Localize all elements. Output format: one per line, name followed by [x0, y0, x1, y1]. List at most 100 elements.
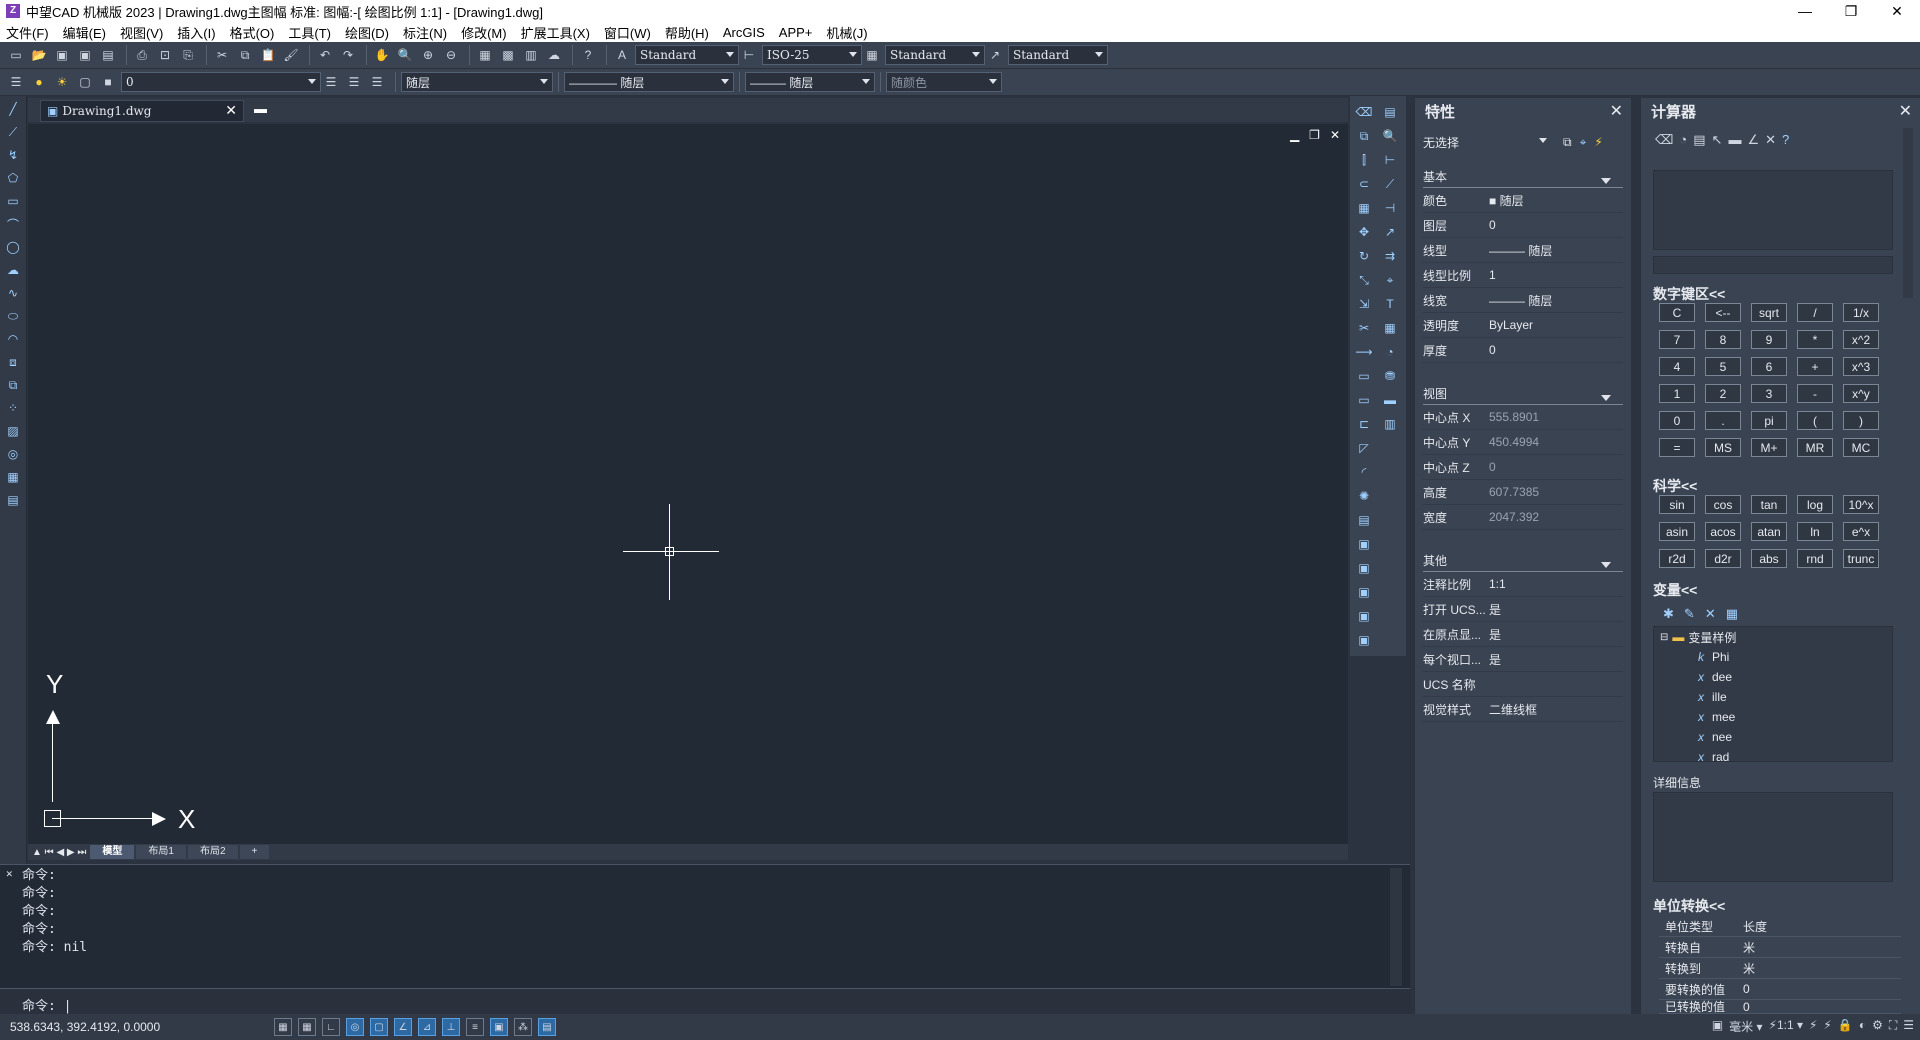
- key-m-plus[interactable]: M+: [1751, 438, 1787, 457]
- unit-row[interactable]: 转换自 米: [1659, 937, 1901, 958]
- viewport-close-icon[interactable]: ✕: [1330, 128, 1340, 142]
- key-1[interactable]: 1: [1659, 384, 1695, 403]
- copy-object-icon[interactable]: ⧉: [1354, 126, 1374, 146]
- key-3[interactable]: 3: [1751, 384, 1787, 403]
- property-row[interactable]: 线型比例 1: [1423, 263, 1623, 288]
- ortho-icon[interactable]: ∟: [322, 1018, 340, 1036]
- key-2[interactable]: 2: [1705, 384, 1741, 403]
- ellipse-icon[interactable]: ⬭: [3, 306, 23, 326]
- fillet-icon[interactable]: ◜: [1354, 462, 1374, 482]
- layer-color-icon[interactable]: ■: [98, 72, 118, 92]
- property-row[interactable]: 中心点 Z 0: [1423, 455, 1623, 480]
- key-trunc[interactable]: trunc: [1843, 549, 1879, 568]
- point-icon[interactable]: ⁘: [3, 398, 23, 418]
- key-0[interactable]: 0: [1659, 411, 1695, 430]
- linetype-select[interactable]: ———— 随层: [564, 72, 734, 92]
- mleader-style-select[interactable]: Standard: [1008, 45, 1108, 65]
- table-style-select[interactable]: Standard: [885, 45, 985, 65]
- clear-icon[interactable]: ⌫: [1655, 132, 1673, 148]
- menu-edit[interactable]: 编辑(E): [63, 23, 106, 42]
- key-log[interactable]: log: [1797, 495, 1833, 514]
- cut-icon[interactable]: ✂: [212, 45, 232, 65]
- property-row[interactable]: 打开 UCS... 是: [1423, 597, 1623, 622]
- pan-icon[interactable]: ✋: [372, 45, 392, 65]
- tree-node-variable[interactable]: k Phi: [1654, 647, 1892, 667]
- unit-row[interactable]: 单位类型 长度: [1659, 916, 1901, 937]
- table-style-icon[interactable]: ▦: [862, 45, 882, 65]
- transparency-icon[interactable]: ▣: [490, 1018, 508, 1036]
- section-basic[interactable]: 基本: [1423, 168, 1623, 188]
- sheet-set-icon[interactable]: ☁: [544, 45, 564, 65]
- ellipse-arc-icon[interactable]: ◠: [3, 329, 23, 349]
- layer-on-icon[interactable]: ●: [29, 72, 49, 92]
- property-row[interactable]: 高度 607.7385: [1423, 480, 1623, 505]
- quick-dim-icon[interactable]: ⇉: [1380, 246, 1400, 266]
- comment-icon[interactable]: ▬: [1380, 390, 1400, 410]
- make-block-icon[interactable]: ⧉: [3, 375, 23, 395]
- key-close-paren[interactable]: ): [1843, 411, 1879, 430]
- key-multiply[interactable]: *: [1797, 330, 1833, 349]
- key-minus[interactable]: -: [1797, 384, 1833, 403]
- tree-node-variable[interactable]: x ille: [1654, 687, 1892, 707]
- menu-file[interactable]: 文件(F): [6, 23, 49, 42]
- property-row[interactable]: 宽度 2047.392: [1423, 505, 1623, 530]
- hatch-icon[interactable]: ▨: [3, 421, 23, 441]
- key-divide[interactable]: /: [1797, 303, 1833, 322]
- unit-conversion-title[interactable]: 单位转换<<: [1653, 896, 1725, 916]
- menu-app-plus[interactable]: APP+: [779, 25, 813, 40]
- key-4[interactable]: 4: [1659, 357, 1695, 376]
- key-mr[interactable]: MR: [1797, 438, 1833, 457]
- draworder-back-icon[interactable]: ▣: [1354, 558, 1374, 578]
- unit-row[interactable]: 已转换的值 0: [1659, 1000, 1901, 1014]
- explode-icon[interactable]: ✺: [1354, 486, 1374, 506]
- tree-node-variable[interactable]: x mee: [1654, 707, 1892, 727]
- help-icon[interactable]: ?: [1782, 132, 1789, 148]
- close-button[interactable]: ✕: [1874, 0, 1920, 22]
- layout-nav-icon[interactable]: ▲ ⏮ ◀ ▶ ⏭: [32, 847, 86, 858]
- chamfer-icon[interactable]: ◸: [1354, 438, 1374, 458]
- break-icon[interactable]: ▭: [1354, 390, 1374, 410]
- move-icon[interactable]: ✥: [1354, 222, 1374, 242]
- key-r2d[interactable]: r2d: [1659, 549, 1695, 568]
- draworder-below-icon[interactable]: ▣: [1354, 606, 1374, 626]
- key-mc[interactable]: MC: [1843, 438, 1879, 457]
- draworder-text-icon[interactable]: ▣: [1354, 630, 1374, 650]
- dimension-edit-icon[interactable]: ⊣: [1380, 198, 1400, 218]
- tree-node-variable[interactable]: x nee: [1654, 727, 1892, 747]
- key-abs[interactable]: abs: [1751, 549, 1787, 568]
- print-icon[interactable]: ⎙: [132, 45, 152, 65]
- property-row[interactable]: 线宽 ——— 随层: [1423, 288, 1623, 313]
- paste-icon[interactable]: 📋: [258, 45, 278, 65]
- property-row[interactable]: 透明度 ByLayer: [1423, 313, 1623, 338]
- unit-row[interactable]: 要转换的值 0: [1659, 979, 1901, 1000]
- key-exp[interactable]: e^x: [1843, 522, 1879, 541]
- new-variable-icon[interactable]: ✱: [1663, 606, 1674, 622]
- sheet-icon[interactable]: ▥: [1380, 414, 1400, 434]
- viewport-restore-icon[interactable]: ❐: [1309, 128, 1320, 142]
- section-view[interactable]: 视图: [1423, 385, 1623, 405]
- close-tab-icon[interactable]: ✕: [225, 103, 237, 119]
- key-open-paren[interactable]: (: [1797, 411, 1833, 430]
- match-properties-icon[interactable]: 🖌: [281, 45, 301, 65]
- tab-model[interactable]: 模型: [90, 845, 135, 859]
- key-square[interactable]: x^2: [1843, 330, 1879, 349]
- unit-row[interactable]: 转换到 米: [1659, 958, 1901, 979]
- table-icon[interactable]: ▦: [3, 467, 23, 487]
- property-row[interactable]: UCS 名称: [1423, 672, 1623, 697]
- layer-freeze-icon[interactable]: ☀: [52, 72, 72, 92]
- menu-format[interactable]: 格式(O): [230, 23, 275, 42]
- leader-icon[interactable]: ↗: [1380, 222, 1400, 242]
- copy-icon[interactable]: ⧉: [235, 45, 255, 65]
- toggle-pickadd-icon[interactable]: ⧉: [1563, 135, 1572, 150]
- tab-add-layout[interactable]: +: [239, 845, 270, 859]
- edit-block-icon[interactable]: ▤: [1354, 510, 1374, 530]
- variables-title[interactable]: 变量<<: [1653, 580, 1697, 600]
- property-row[interactable]: 注释比例 1:1: [1423, 572, 1623, 597]
- snap-icon[interactable]: ▦: [298, 1018, 316, 1036]
- layer-manager-icon[interactable]: ☰: [6, 72, 26, 92]
- open-icon[interactable]: 📂: [29, 45, 49, 65]
- offset-icon[interactable]: ⊂: [1354, 174, 1374, 194]
- menu-tools[interactable]: 工具(T): [288, 23, 331, 42]
- maximize-button[interactable]: ❐: [1828, 0, 1874, 22]
- table-insert-icon[interactable]: ▦: [1380, 318, 1400, 338]
